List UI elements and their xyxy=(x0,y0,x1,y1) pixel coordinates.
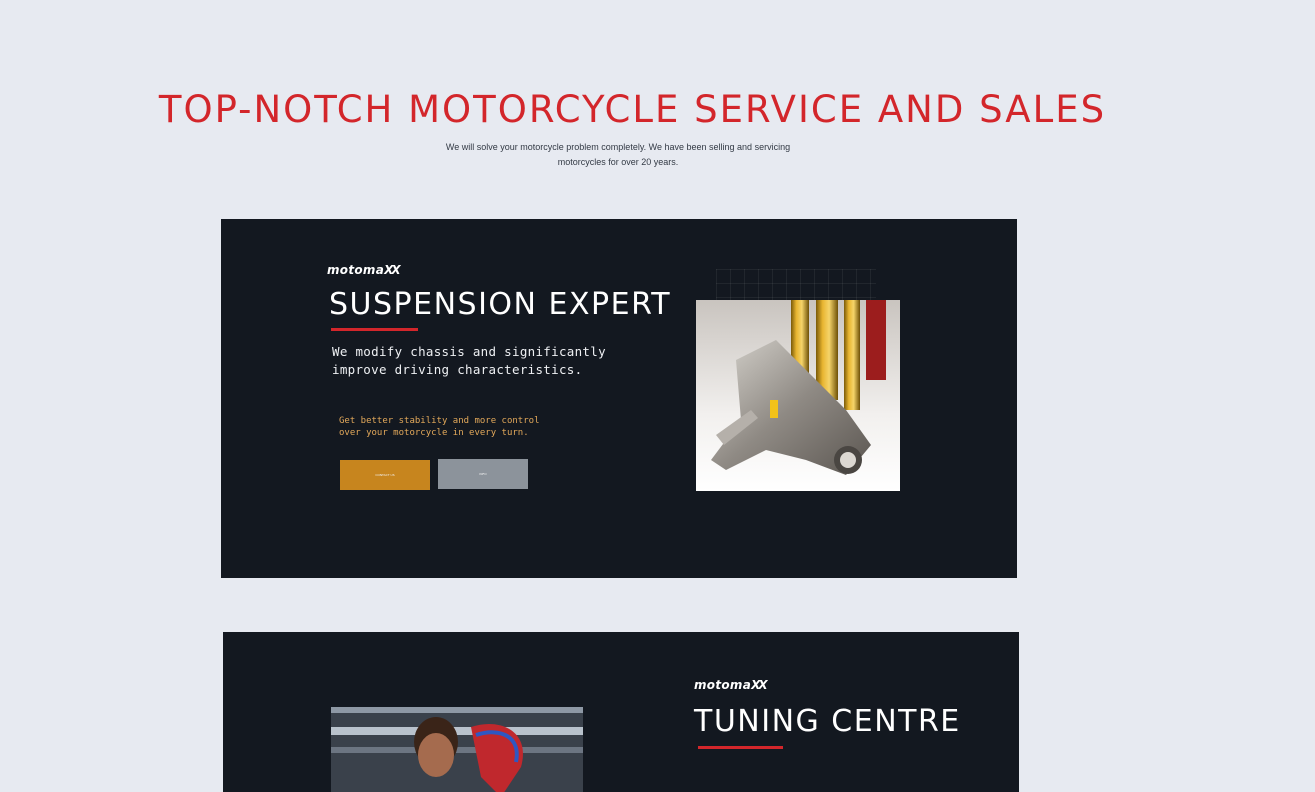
info-button[interactable]: INFO xyxy=(438,459,528,489)
card-description: We modify chassis and significantly impr… xyxy=(332,343,606,379)
desc-line-2: improve driving characteristics. xyxy=(332,362,583,377)
card-title: TUNING CENTRE xyxy=(694,704,961,739)
tuning-centre-card: motomaXX TUNING CENTRE xyxy=(223,632,1019,792)
page-subtitle: We will solve your motorcycle problem co… xyxy=(440,140,796,169)
mechanic-photo xyxy=(331,707,583,792)
logo-xx: XX xyxy=(384,263,400,277)
decorative-grid xyxy=(716,269,876,301)
card-title: SUSPENSION EXPERT xyxy=(329,287,672,322)
note-line-1: Get better stability and more control xyxy=(339,416,540,426)
title-underline xyxy=(698,746,783,749)
brand-logo[interactable]: motomaXX xyxy=(694,678,768,692)
logo-xx: XX xyxy=(751,678,767,692)
suspension-expert-card: motomaXX SUSPENSION EXPERT We modify cha… xyxy=(221,219,1017,578)
note-line-2: over your motorcycle in every turn. xyxy=(339,428,529,438)
page-title: TOP-NOTCH MOTORCYCLE SERVICE AND SALES xyxy=(158,88,1107,131)
logo-text: motoma xyxy=(694,678,752,692)
desc-line-1: We modify chassis and significantly xyxy=(332,344,606,359)
subtitle-line-1: We will solve your motorcycle problem co… xyxy=(445,142,791,152)
card-note: Get better stability and more control ov… xyxy=(339,415,539,439)
contact-button[interactable]: CONTACT US xyxy=(340,460,430,490)
title-underline xyxy=(331,328,418,331)
subtitle-line-2: motorcycles for over 20 years. xyxy=(557,156,679,167)
logo-text: motoma xyxy=(327,263,385,277)
suspension-parts-photo xyxy=(696,300,900,491)
brand-logo[interactable]: motomaXX xyxy=(327,263,401,277)
